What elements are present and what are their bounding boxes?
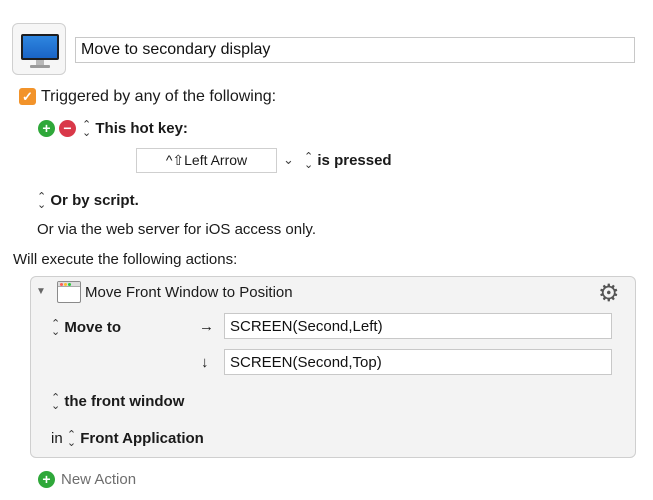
web-server-note: Or via the web server for iOS access onl… [37,221,316,238]
move-mode-selector[interactable]: ⌃ ⌄ Move to [51,318,122,339]
script-trigger-selector[interactable]: ⌃ ⌄ Or by script. [37,191,139,212]
disclosure-triangle-icon[interactable]: ▼ [36,286,46,297]
trigger-type-selector[interactable]: ⌃ ⌄ This hot key: [82,119,188,140]
hotkey-field[interactable]: ^⇧Left Arrow [136,148,277,173]
in-label: in [51,430,63,447]
updown-chevron-icon: ⌃ ⌄ [66,429,77,450]
actions-header: Will execute the following actions: [13,251,238,268]
updown-chevron-icon: ⌃ ⌄ [37,191,47,212]
window-icon [57,281,81,303]
new-action-plus-icon[interactable]: + [38,471,55,488]
triggered-label: Triggered by any of the following: [41,88,277,105]
updown-chevron-icon: ⌃ ⌄ [82,119,92,140]
triggered-checkbox[interactable]: ✓ [19,88,36,105]
hotkey-type-label: This hot key: [95,120,188,137]
hotkey-state-selector[interactable]: ⌃ ⌄ is pressed [304,151,392,172]
new-action-button[interactable]: New Action [61,471,136,488]
action-title: Move Front Window to Position [85,284,293,301]
updown-chevron-icon: ⌃ ⌄ [51,392,61,413]
updown-chevron-icon: ⌃ ⌄ [304,151,314,172]
arrow-right-icon: → [199,318,214,335]
arrow-down-icon: ↓ [201,354,209,371]
x-position-field[interactable]: SCREEN(Second,Left) [224,313,612,339]
window-target-selector[interactable]: ⌃ ⌄ the front window [51,392,185,413]
remove-trigger-button[interactable]: − [59,120,76,137]
application-selector[interactable]: ⌃ ⌄ Front Application [66,429,204,450]
y-position-field[interactable]: SCREEN(Second,Top) [224,349,612,375]
chevron-down-icon[interactable]: ⌄ [283,152,294,168]
add-trigger-button[interactable]: + [38,120,55,137]
script-trigger-label: Or by script. [50,192,139,209]
gear-icon[interactable]: ⚙ [598,279,620,308]
application-label: Front Application [80,430,204,447]
updown-chevron-icon: ⌃ ⌄ [51,318,61,339]
move-mode-label: Move to [64,319,122,336]
window-target-label: the front window [64,393,185,410]
macro-icon-well[interactable] [12,23,66,75]
application-row: in ⌃ ⌄ Front Application [51,429,204,450]
hotkey-state-label: is pressed [317,152,392,169]
macro-name-field[interactable]: Move to secondary display [75,37,635,63]
monitor-icon [21,34,59,60]
